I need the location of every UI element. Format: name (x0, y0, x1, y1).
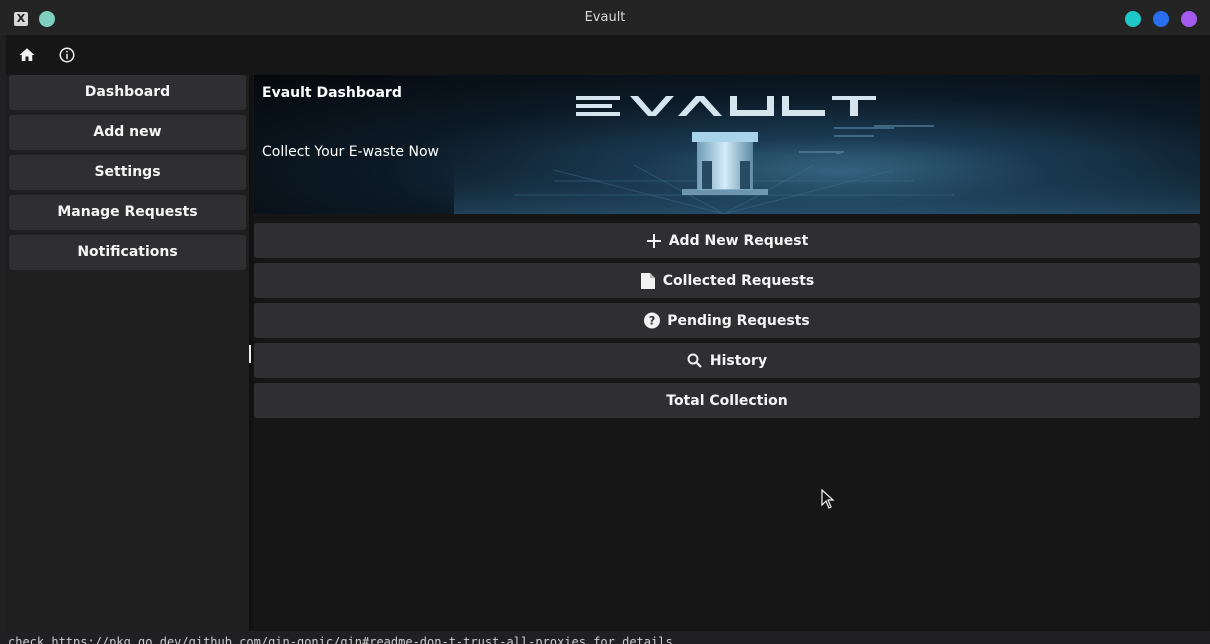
info-button[interactable] (56, 44, 78, 66)
search-icon (687, 353, 703, 369)
main-content: Evault Dashboard Collect Your E-waste No… (253, 75, 1207, 631)
home-icon (19, 48, 35, 61)
sidebar-item-notifications[interactable]: Notifications (9, 235, 246, 270)
total-collection-label: Total Collection (666, 392, 788, 409)
screen: check https://pkg.go.dev/github.com/gin-… (0, 0, 1210, 644)
add-new-request-label: Add New Request (668, 232, 809, 249)
minimize-button[interactable] (1125, 11, 1141, 27)
close-button[interactable] (1181, 11, 1197, 27)
pending-requests-label: Pending Requests (667, 312, 810, 329)
sidebar-item-settings[interactable]: Settings (9, 155, 246, 190)
sidebar-item-manage-requests[interactable]: Manage Requests (9, 195, 246, 230)
toolbar (6, 35, 1210, 75)
info-icon (59, 47, 75, 63)
banner-subtitle: Collect Your E-waste Now (262, 144, 439, 160)
banner-title: Evault Dashboard (262, 85, 402, 101)
mouse-cursor-icon (821, 489, 835, 509)
collected-requests-label: Collected Requests (662, 272, 815, 289)
plus-icon (646, 233, 662, 249)
background-terminal-text: check https://pkg.go.dev/github.com/gin-… (0, 631, 1210, 644)
question-circle-icon: ? (644, 312, 661, 329)
pending-requests-button[interactable]: ? Pending Requests (254, 303, 1200, 338)
total-collection-button[interactable]: Total Collection (254, 383, 1200, 418)
maximize-button[interactable] (1153, 11, 1169, 27)
sidebar-item-dashboard[interactable]: Dashboard (9, 75, 246, 110)
document-icon (640, 272, 656, 289)
history-label: History (709, 352, 768, 369)
history-button[interactable]: History (254, 343, 1200, 378)
splitter-handle[interactable] (249, 345, 251, 363)
svg-text:?: ? (649, 315, 656, 328)
title-bar: X Evault (0, 0, 1210, 35)
app-window: X Evault Dashboard Add new Settings Mana… (0, 0, 1210, 631)
window-title: Evault (584, 10, 626, 25)
dashboard-banner: Evault Dashboard Collect Your E-waste No… (254, 75, 1200, 214)
home-button[interactable] (16, 44, 38, 66)
sidebar: Dashboard Add new Settings Manage Reques… (6, 75, 249, 631)
collected-requests-button[interactable]: Collected Requests (254, 263, 1200, 298)
add-new-request-button[interactable]: Add New Request (254, 223, 1200, 258)
sidebar-item-add-new[interactable]: Add new (9, 115, 246, 150)
